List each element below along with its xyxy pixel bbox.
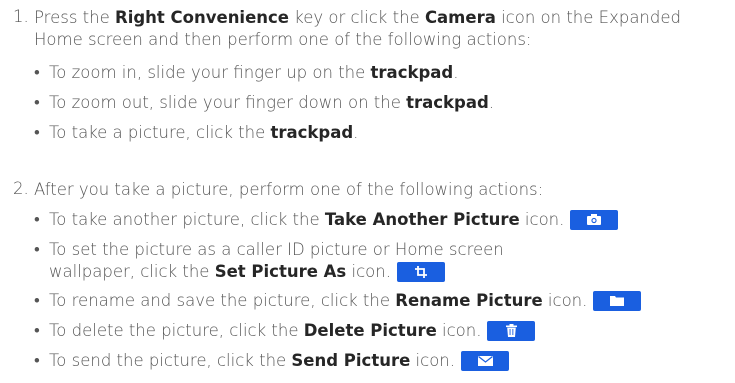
- bullet-icon: •: [34, 63, 40, 82]
- bullet-icon: •: [34, 240, 40, 259]
- camera-icon: [570, 209, 619, 230]
- key-name: Right Convenience: [115, 8, 289, 27]
- bullet-icon: •: [34, 210, 40, 229]
- step-text: After you take a picture, perform one of…: [34, 180, 544, 199]
- step-text: Press the Right Convenience key or click…: [34, 8, 681, 49]
- bullet-icon: •: [34, 123, 40, 142]
- list-item: • To zoom in, slide your finger up on th…: [34, 63, 459, 82]
- bullet-icon: •: [34, 291, 40, 310]
- bullet-icon: •: [34, 93, 40, 112]
- bullet-icon: •: [34, 321, 40, 340]
- bullet-icon: •: [34, 351, 40, 370]
- list-item: • To set the picture as a caller ID pict…: [34, 240, 504, 282]
- step-2: 2. After you take a picture, perform one…: [0, 179, 543, 201]
- list-item: • To delete the picture, click the Delet…: [34, 320, 536, 342]
- list-item: • To take another picture, click the Tak…: [34, 209, 619, 231]
- step-1: 1. Press the Right Convenience key or cl…: [0, 7, 681, 51]
- step-number: 2.: [13, 179, 29, 198]
- step-number: 1.: [13, 7, 29, 26]
- icon-name: Camera: [424, 8, 496, 27]
- trash-icon: [487, 320, 536, 341]
- crop-icon: [396, 261, 445, 282]
- folder-icon: [593, 290, 642, 311]
- list-item: • To rename and save the picture, click …: [34, 290, 642, 312]
- envelope-icon: [461, 350, 509, 371]
- list-item: • To zoom out, slide your finger down on…: [34, 93, 495, 112]
- list-item: • To send the picture, click the Send Pi…: [34, 350, 509, 372]
- list-item: • To take a picture, click the trackpad.: [34, 123, 359, 142]
